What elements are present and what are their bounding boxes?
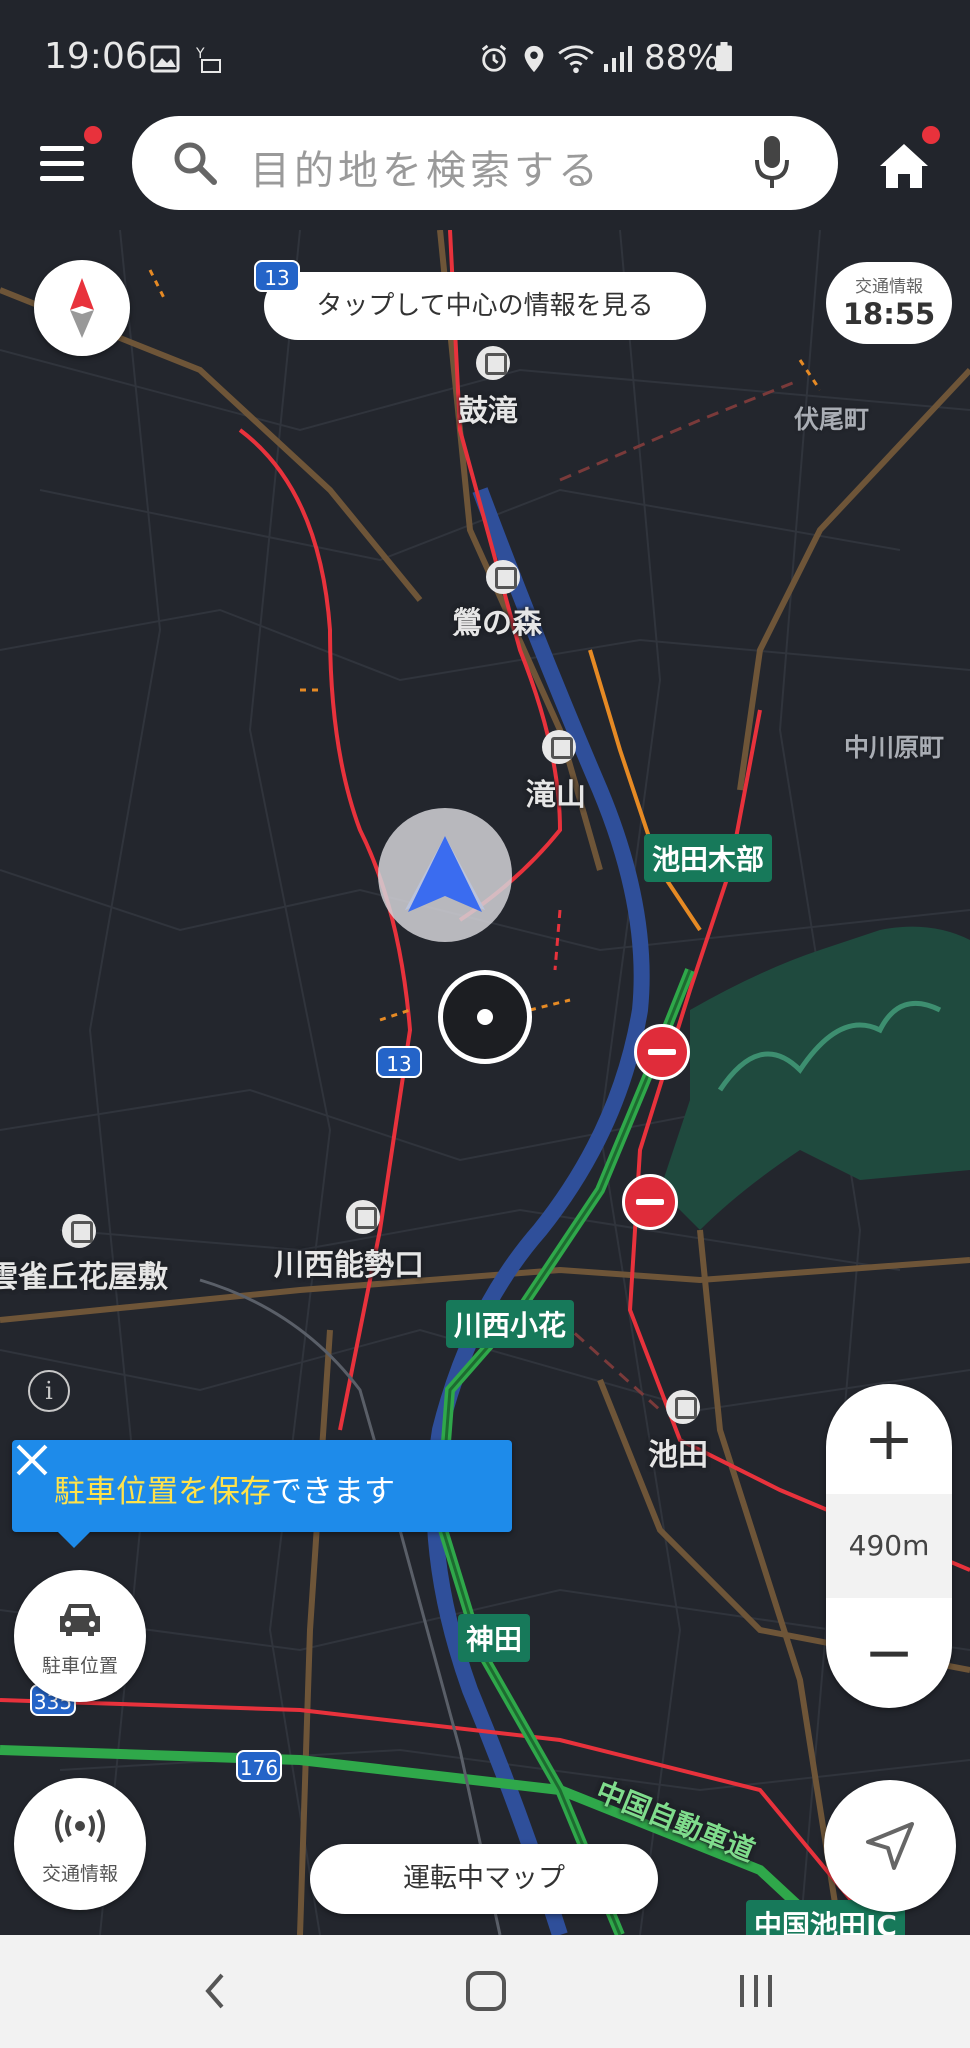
search-placeholder: 目的地を検索する <box>250 148 602 194</box>
place-label: 池田 <box>648 1438 708 1473</box>
station-icon <box>542 730 576 764</box>
place-label: 中川原町 <box>844 733 945 762</box>
system-nav-bar <box>0 1935 970 2048</box>
home-icon[interactable] <box>876 140 932 192</box>
route-number-badge: 176 <box>236 1750 282 1782</box>
toast-message: できます <box>271 1474 395 1510</box>
parking-location-label: 駐車位置 <box>41 1655 118 1677</box>
traffic-info-button[interactable]: 交通情報 <box>14 1778 146 1910</box>
road-closure-icon <box>634 1024 690 1080</box>
map-scale: 490m <box>826 1494 952 1598</box>
current-location-button[interactable] <box>378 808 512 942</box>
navigation-arrow-icon <box>408 836 482 912</box>
traffic-info-time-badge[interactable]: 交通情報 18:55 <box>826 262 952 344</box>
traffic-info-time-label: 交通情報 <box>855 277 923 297</box>
battery-icon <box>716 42 732 72</box>
navigation-icon <box>866 1822 914 1870</box>
route-number-badge: 13 <box>376 1046 422 1078</box>
compass-icon <box>70 278 94 338</box>
parking-save-toast[interactable]: 駐車位置を保存できます <box>12 1440 512 1548</box>
station-icon <box>666 1390 700 1424</box>
zoom-out-button[interactable]: − <box>826 1598 952 1708</box>
station-icon <box>486 560 520 594</box>
zoom-in-button[interactable]: + <box>826 1384 952 1494</box>
place-label: 鶯の森 <box>452 606 542 641</box>
status-bar: 19:06 Y 88% <box>0 0 970 112</box>
road-closure-icon <box>622 1174 678 1230</box>
recent-apps-icon[interactable] <box>726 1963 786 2019</box>
battery-percent: 88% <box>644 38 720 78</box>
signal-icon <box>604 46 632 72</box>
map-view[interactable]: タップして中心の情報を見る 交通情報 18:55 鼓滝 伏尾町 鶯の森 滝山 中… <box>0 230 970 1935</box>
menu-button[interactable] <box>40 146 94 190</box>
status-time: 19:06 <box>44 36 148 77</box>
place-label: 川西能勢口 <box>274 1248 424 1283</box>
close-icon[interactable] <box>12 1440 52 1480</box>
menu-notification-dot <box>84 126 102 144</box>
route-number-badge: 13 <box>254 260 300 292</box>
place-label: 伏尾町 <box>794 405 870 434</box>
place-label: 鼓滝 <box>458 394 518 429</box>
app-header: 目的地を検索する <box>0 112 970 230</box>
parking-location-button[interactable]: 駐車位置 <box>14 1570 146 1702</box>
map-center-crosshair <box>438 970 532 1064</box>
ic-label: 神田 <box>458 1614 531 1662</box>
traffic-info-time: 18:55 <box>842 297 936 331</box>
navigate-button[interactable] <box>824 1780 956 1912</box>
traffic-info-label: 交通情報 <box>41 1863 118 1885</box>
ic-label: 池田木部 <box>644 834 773 882</box>
toast-highlight: 駐車位置を保存 <box>54 1474 271 1510</box>
station-icon <box>476 346 510 380</box>
location-icon <box>524 45 544 73</box>
car-icon <box>60 1604 100 1636</box>
wifi-icon <box>558 45 594 74</box>
place-label: 滝山 <box>526 778 586 813</box>
search-icon <box>174 142 217 185</box>
zoom-control: + 490m − <box>826 1384 952 1708</box>
voicemail-icon: Y <box>196 46 221 73</box>
home-notification-dot <box>922 126 940 144</box>
broadcast-icon <box>55 1808 105 1844</box>
back-icon[interactable] <box>186 1963 246 2019</box>
compass-button[interactable] <box>34 260 130 356</box>
search-input[interactable]: 目的地を検索する <box>132 116 838 210</box>
map-info-icon[interactable]: i <box>28 1370 70 1412</box>
gallery-icon <box>150 45 180 73</box>
alarm-icon <box>481 44 507 72</box>
station-icon <box>346 1200 380 1234</box>
map-canvas <box>0 230 970 1935</box>
center-info-button[interactable]: タップして中心の情報を見る <box>264 272 706 340</box>
microphone-icon[interactable] <box>752 134 792 192</box>
station-icon <box>62 1214 96 1248</box>
home-nav-icon[interactable] <box>456 1963 516 2019</box>
toast-text: 駐車位置を保存できます <box>54 1466 395 1511</box>
ic-label: 川西小花 <box>446 1300 575 1348</box>
place-label: 雲雀丘花屋敷 <box>0 1260 168 1295</box>
drive-map-button[interactable]: 運転中マップ <box>310 1844 658 1914</box>
